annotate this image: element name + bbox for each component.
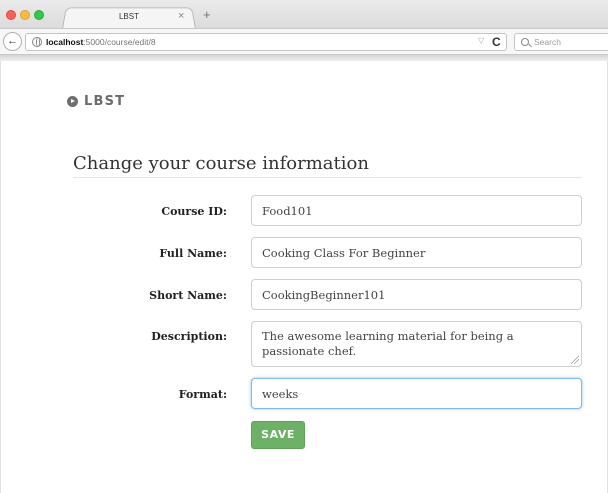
description-textarea[interactable]: The awesome learning material for being … bbox=[251, 321, 582, 367]
play-circle-icon bbox=[67, 95, 78, 107]
save-button[interactable]: SAVE bbox=[251, 421, 305, 449]
format-input[interactable]: weeks bbox=[251, 378, 582, 409]
window-minimize-button[interactable] bbox=[20, 10, 30, 20]
browser-tab-bar: LBST × + bbox=[0, 0, 608, 30]
url-path: :5000/course/edit/8 bbox=[83, 37, 156, 47]
description-label: Description: bbox=[151, 330, 227, 343]
window-maximize-button[interactable] bbox=[34, 10, 44, 20]
browser-toolbar: ← localhost:5000/course/edit/8 ▽ C Searc… bbox=[0, 28, 608, 55]
tab-close-icon[interactable]: × bbox=[178, 10, 184, 22]
back-button[interactable]: ← bbox=[3, 32, 22, 51]
tab-title: LBST bbox=[118, 12, 139, 21]
browser-search-input[interactable]: Search bbox=[514, 33, 608, 51]
page-content: LBST Change your course information Cour… bbox=[0, 61, 608, 493]
search-placeholder: Search bbox=[534, 37, 561, 47]
description-text: The awesome learning material for being … bbox=[262, 329, 514, 358]
new-tab-button[interactable]: + bbox=[203, 8, 211, 22]
url-text: localhost:5000/course/edit/8 bbox=[46, 37, 156, 47]
short-name-label: Short Name: bbox=[149, 289, 227, 302]
url-host: localhost bbox=[46, 37, 84, 47]
full-name-label: Full Name: bbox=[159, 247, 227, 260]
globe-icon bbox=[32, 37, 42, 47]
logo-text: LBST bbox=[84, 93, 126, 109]
page-title: Change your course information bbox=[73, 153, 369, 174]
site-logo[interactable]: LBST bbox=[67, 93, 125, 109]
format-label: Format: bbox=[178, 388, 227, 401]
course-id-label: Course ID: bbox=[161, 205, 227, 218]
resize-handle-icon[interactable] bbox=[571, 356, 579, 364]
full-name-input[interactable]: Cooking Class For Beginner bbox=[251, 237, 582, 268]
search-icon bbox=[521, 38, 529, 46]
heading-divider bbox=[73, 177, 582, 178]
url-dropdown-icon[interactable]: ▽ bbox=[478, 36, 484, 45]
course-id-input[interactable]: Food101 bbox=[251, 195, 582, 226]
window-close-button[interactable] bbox=[6, 10, 16, 20]
reload-button[interactable]: C bbox=[492, 35, 501, 49]
address-bar[interactable]: localhost:5000/course/edit/8 ▽ C bbox=[25, 33, 507, 51]
short-name-input[interactable]: CookingBeginner101 bbox=[251, 279, 582, 310]
